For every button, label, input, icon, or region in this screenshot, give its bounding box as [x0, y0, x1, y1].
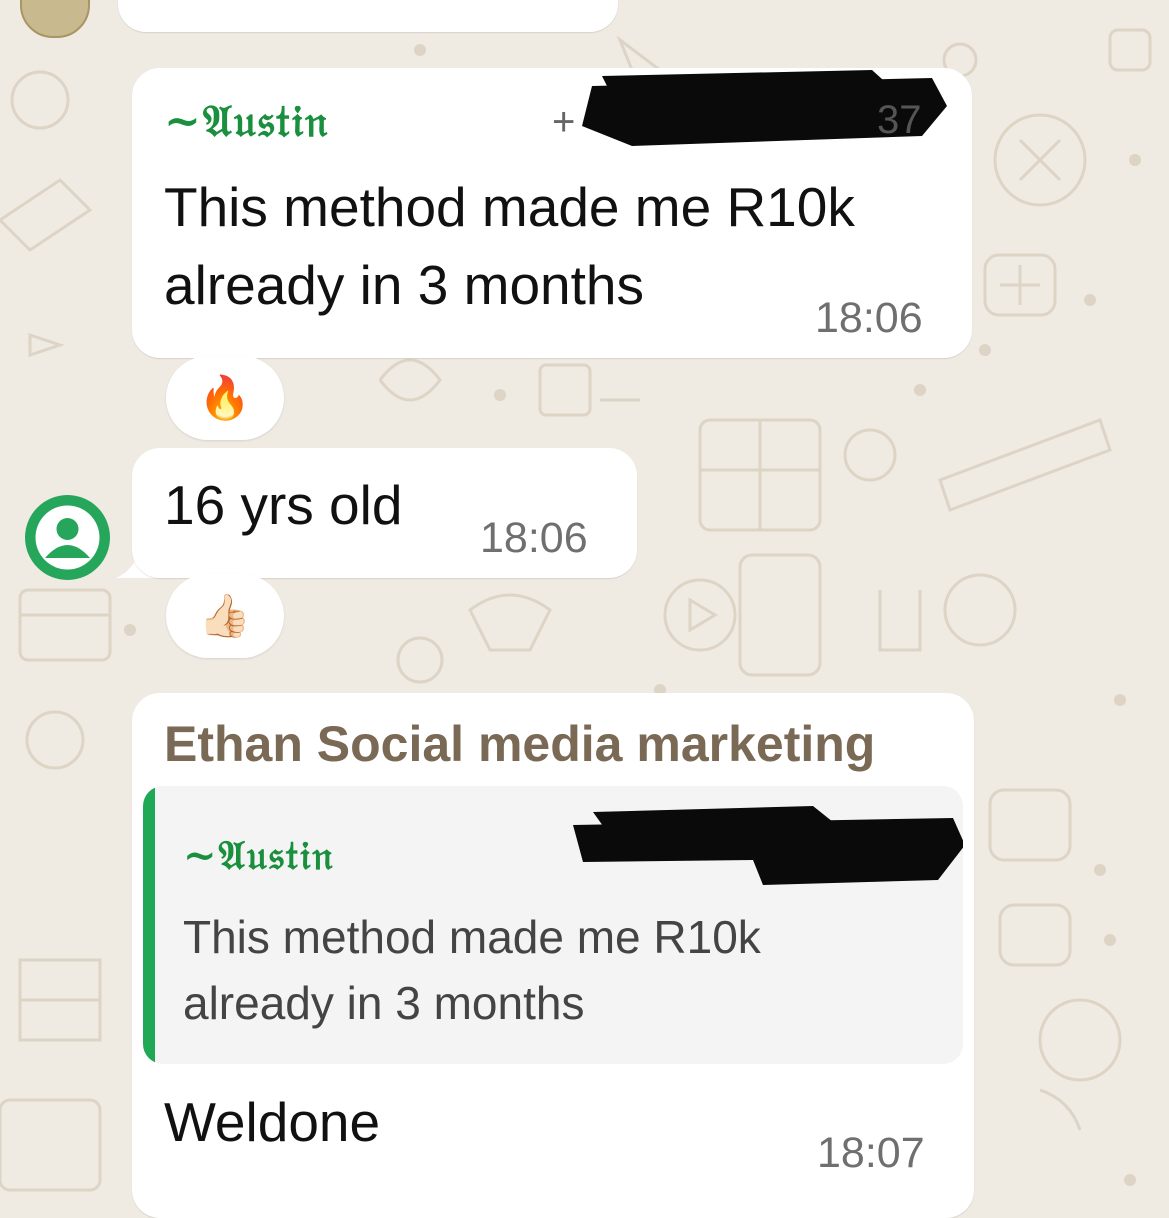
reaction-badge[interactable]: 🔥: [166, 356, 284, 440]
user-icon: [35, 505, 100, 570]
quote-accent-bar: [143, 786, 155, 1064]
quoted-sender-name: ~𝔄𝔲𝔰𝔱𝔦𝔫: [183, 832, 335, 879]
message-text-line: This method made me R10k: [164, 176, 855, 238]
sender-phone-tail: 37: [877, 98, 922, 142]
message-timestamp: 18:06: [480, 514, 588, 562]
quoted-text-line: This method made me R10k: [183, 911, 761, 963]
message-text-line: already in 3 months: [164, 254, 644, 316]
group-sender-name[interactable]: Ethan Social media marketing: [164, 715, 875, 773]
reaction-badge[interactable]: 👍🏻: [166, 574, 284, 658]
message-timestamp: 18:07: [817, 1129, 925, 1177]
message-text: Weldone: [164, 1091, 381, 1153]
thumbs-up-emoji-icon: 👍🏻: [198, 591, 252, 639]
fire-emoji-icon: 🔥: [198, 373, 252, 421]
quoted-message-text: This method made me R10k already in 3 mo…: [183, 904, 761, 1036]
message-bubble[interactable]: 16 yrs old 18:06: [132, 448, 637, 578]
avatar[interactable]: [25, 495, 110, 580]
quoted-text-line: already in 3 months: [183, 977, 585, 1029]
redacted-phone-number: [573, 806, 963, 885]
message-text: 16 yrs old: [164, 474, 403, 536]
sender-name[interactable]: ~𝔄𝔲𝔰𝔱𝔦𝔫: [164, 96, 329, 147]
previous-message-bubble[interactable]: [118, 0, 618, 32]
message-timestamp: 18:06: [815, 294, 923, 342]
quoted-message[interactable]: ~𝔄𝔲𝔰𝔱𝔦𝔫 This method made me R10k already…: [143, 786, 963, 1064]
message-text: This method made me R10k already in 3 mo…: [164, 168, 855, 324]
message-bubble[interactable]: ~𝔄𝔲𝔰𝔱𝔦𝔫 + 37 This method made me R10k al…: [132, 68, 972, 358]
